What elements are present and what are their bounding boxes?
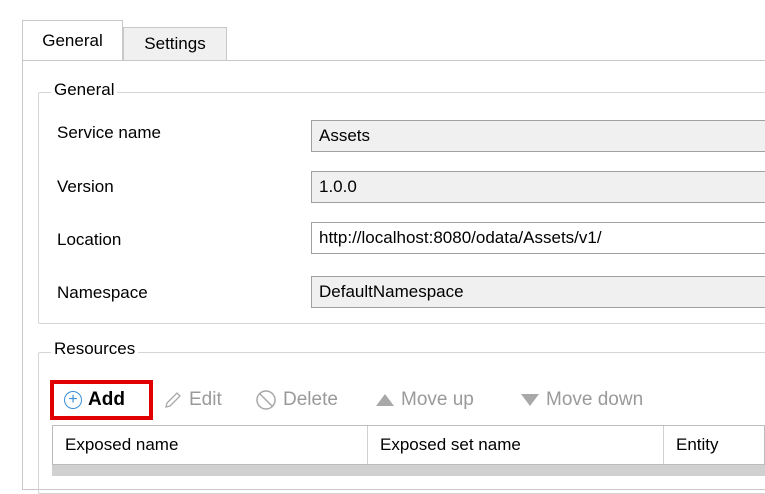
location-field[interactable]: http://localhost:8080/odata/Assets/v1/: [311, 222, 765, 254]
delete-button[interactable]: Delete: [255, 380, 338, 420]
resources-legend: Resources: [51, 339, 139, 359]
move-down-label: Move down: [546, 389, 644, 410]
pencil-icon: [163, 390, 183, 410]
service-name-field[interactable]: Assets: [311, 120, 765, 152]
resources-grid-header: Exposed name Exposed set name Entity: [52, 425, 765, 465]
add-icon: +: [64, 391, 82, 409]
general-legend: General: [51, 80, 118, 100]
move-down-button[interactable]: Move down: [520, 380, 643, 420]
tab-strip: General Settings: [22, 20, 765, 61]
version-field[interactable]: 1.0.0: [311, 171, 765, 203]
move-up-button[interactable]: Move up: [375, 380, 474, 420]
move-up-label: Move up: [401, 389, 474, 410]
location-label: Location: [57, 230, 122, 249]
column-header-exposed-name[interactable]: Exposed name: [53, 426, 368, 464]
tab-general[interactable]: General: [22, 20, 123, 60]
namespace-label: Namespace: [57, 283, 148, 302]
delete-label: Delete: [283, 389, 338, 410]
triangle-up-icon: [375, 392, 395, 408]
edit-button[interactable]: Edit: [163, 380, 222, 420]
add-label: Add: [88, 389, 125, 410]
column-header-entity[interactable]: Entity: [664, 426, 765, 464]
triangle-down-icon: [520, 392, 540, 408]
add-button[interactable]: + Add: [50, 380, 153, 420]
service-name-label: Service name: [57, 123, 161, 142]
resources-toolbar: + Add Edit Delete Move up Move down: [50, 380, 765, 420]
column-header-exposed-set-name[interactable]: Exposed set name: [368, 426, 664, 464]
namespace-field[interactable]: DefaultNamespace: [311, 276, 765, 308]
delete-icon: [255, 389, 277, 411]
edit-label: Edit: [189, 389, 222, 410]
version-label: Version: [57, 177, 114, 196]
grid-selected-row[interactable]: [52, 465, 765, 476]
tab-settings[interactable]: Settings: [123, 27, 227, 60]
